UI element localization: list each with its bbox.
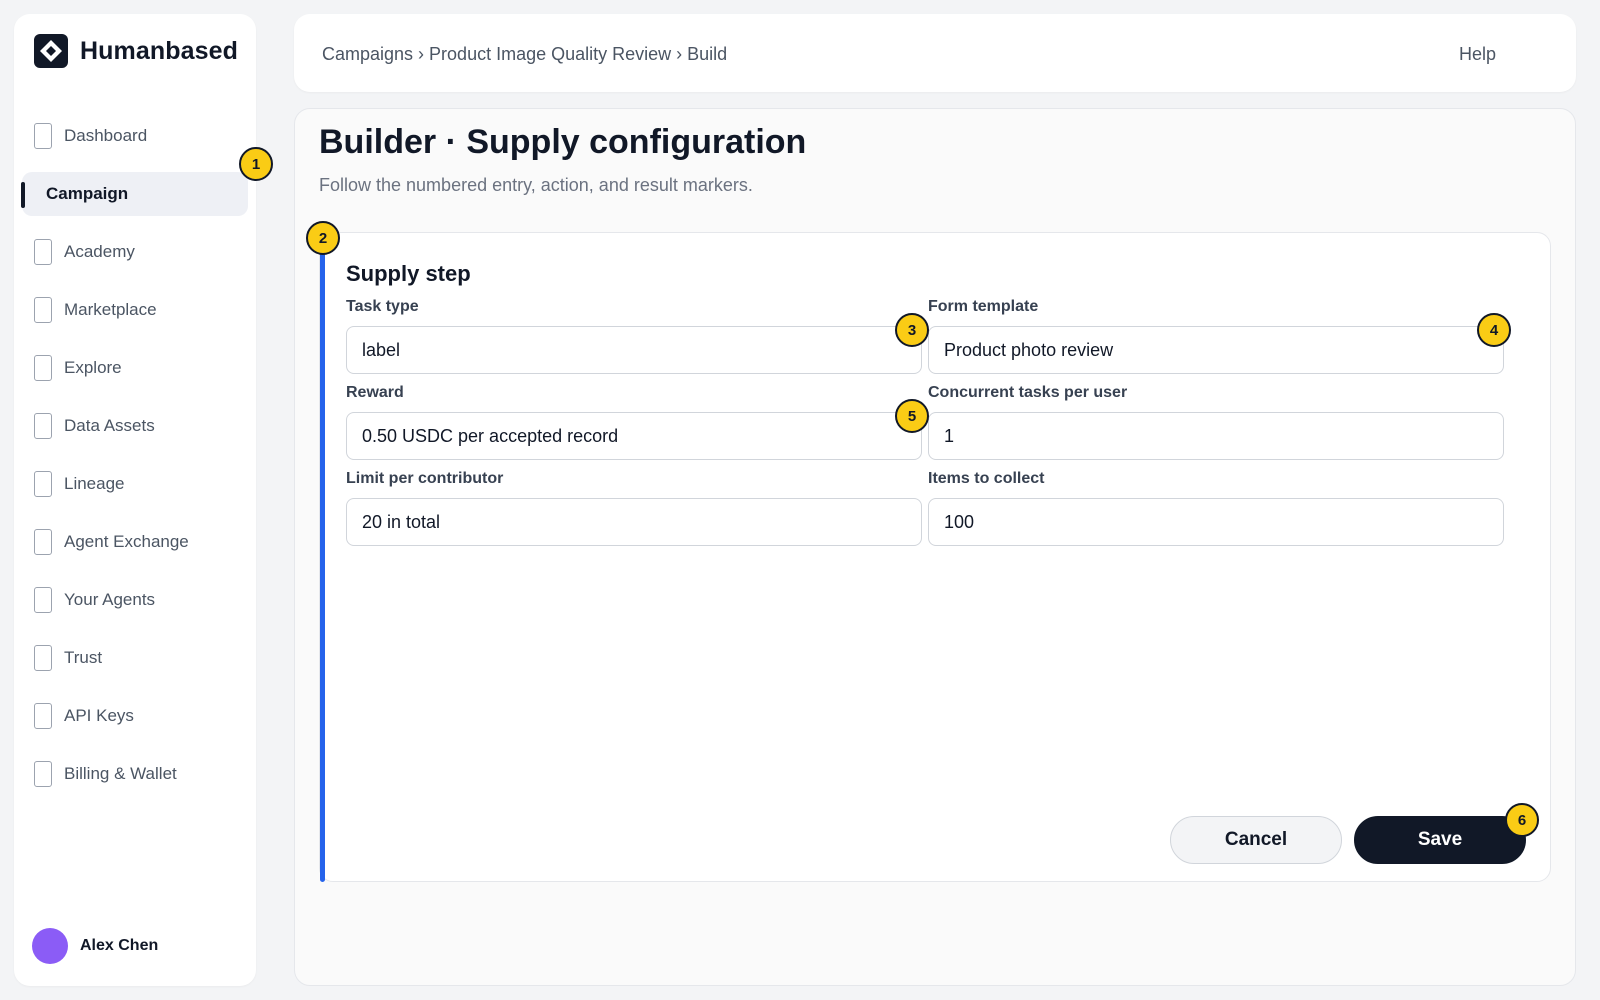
step-marker-3: 3 (895, 313, 929, 347)
sidebar-item-dashboard[interactable]: Dashboard (22, 114, 248, 158)
cancel-button[interactable]: Cancel (1170, 816, 1342, 864)
help-link[interactable]: Help (1459, 44, 1496, 65)
limit-per-contributor-input[interactable]: 20 in total (346, 498, 922, 546)
page-icon (34, 123, 52, 149)
items-to-collect-field: Items to collect 100 (928, 470, 1504, 546)
page-icon (34, 355, 52, 381)
page-icon (34, 645, 52, 671)
page-icon (34, 471, 52, 497)
field-label: Form template (928, 298, 1039, 315)
reward-field: Reward 0.50 USDC per accepted record (346, 384, 922, 460)
supply-step-card: Supply step Task type label Form templat… (319, 232, 1551, 882)
sidebar-item-label: API Keys (64, 706, 134, 725)
field-label: Limit per contributor (346, 470, 504, 487)
page-icon (34, 413, 52, 439)
sidebar-nav: Dashboard Campaign Academy Marketplace E… (14, 114, 256, 810)
breadcrumb[interactable]: Campaigns › Product Image Quality Review… (322, 44, 727, 65)
step-marker-5: 5 (895, 399, 929, 433)
sidebar-item-agent-exchange[interactable]: Agent Exchange (22, 520, 248, 564)
sidebar-item-label: Your Agents (64, 590, 156, 609)
page-icon (34, 239, 52, 265)
sidebar: Humanbased Dashboard Campaign Academy Ma… (14, 14, 256, 986)
sidebar-item-lineage[interactable]: Lineage (22, 462, 248, 506)
sidebar-item-your-agents[interactable]: Your Agents (22, 578, 248, 622)
step-marker-2: 2 (306, 221, 340, 255)
field-label: Reward (346, 384, 404, 401)
brand[interactable]: Humanbased (34, 34, 238, 68)
field-label: Task type (346, 298, 419, 315)
form-template-field: Form template Product photo review (928, 298, 1504, 374)
main-panel: Builder · Supply configuration Follow th… (294, 108, 1576, 986)
avatar (32, 928, 68, 964)
page-icon (34, 587, 52, 613)
field-label: Items to collect (928, 470, 1045, 487)
step-marker-1: 1 (239, 147, 273, 181)
sidebar-item-explore[interactable]: Explore (22, 346, 248, 390)
page-icon (34, 529, 52, 555)
sidebar-item-academy[interactable]: Academy (22, 230, 248, 274)
page-icon (34, 761, 52, 787)
concurrent-tasks-input[interactable]: 1 (928, 412, 1504, 460)
page-icon (34, 297, 52, 323)
task-type-field: Task type label (346, 298, 922, 374)
sidebar-item-label: Trust (64, 648, 103, 667)
card-title: Supply step (346, 261, 471, 286)
step-marker-6: 6 (1505, 803, 1539, 837)
limit-per-contributor-field: Limit per contributor 20 in total (346, 470, 922, 546)
card-accent-bar (320, 247, 325, 882)
sidebar-item-label: Dashboard (64, 126, 148, 145)
sidebar-item-campaign[interactable]: Campaign (21, 172, 248, 216)
sidebar-item-label: Data Assets (64, 416, 155, 435)
items-to-collect-input[interactable]: 100 (928, 498, 1504, 546)
user-name: Alex Chen (80, 937, 159, 954)
active-indicator (21, 182, 25, 208)
save-button[interactable]: Save (1354, 816, 1526, 864)
sidebar-item-label: Academy (64, 242, 135, 261)
brand-name: Humanbased (80, 36, 238, 65)
sidebar-item-data-assets[interactable]: Data Assets (22, 404, 248, 448)
sidebar-item-api-keys[interactable]: API Keys (22, 694, 248, 738)
sidebar-item-label: Agent Exchange (64, 532, 189, 551)
concurrent-tasks-field: Concurrent tasks per user 1 (928, 384, 1504, 460)
reward-input[interactable]: 0.50 USDC per accepted record (346, 412, 922, 460)
top-header: Campaigns › Product Image Quality Review… (294, 14, 1576, 92)
sidebar-item-label: Lineage (64, 474, 125, 493)
form-template-input[interactable]: Product photo review (928, 326, 1504, 374)
sidebar-item-marketplace[interactable]: Marketplace (22, 288, 248, 332)
sidebar-item-trust[interactable]: Trust (22, 636, 248, 680)
page-icon (34, 703, 52, 729)
sidebar-item-billing-wallet[interactable]: Billing & Wallet (22, 752, 248, 796)
diamond-logo-icon (34, 34, 68, 68)
sidebar-item-label: Explore (64, 358, 122, 377)
page-subtitle: Follow the numbered entry, action, and r… (319, 175, 753, 195)
field-label: Concurrent tasks per user (928, 384, 1128, 401)
sidebar-item-label: Marketplace (64, 300, 157, 319)
page-title: Builder · Supply configuration (319, 123, 807, 161)
sidebar-item-label: Campaign (46, 184, 129, 203)
sidebar-item-label: Billing & Wallet (64, 764, 177, 783)
step-marker-4: 4 (1477, 313, 1511, 347)
user-profile[interactable]: Alex Chen (32, 928, 158, 964)
task-type-input[interactable]: label (346, 326, 922, 374)
